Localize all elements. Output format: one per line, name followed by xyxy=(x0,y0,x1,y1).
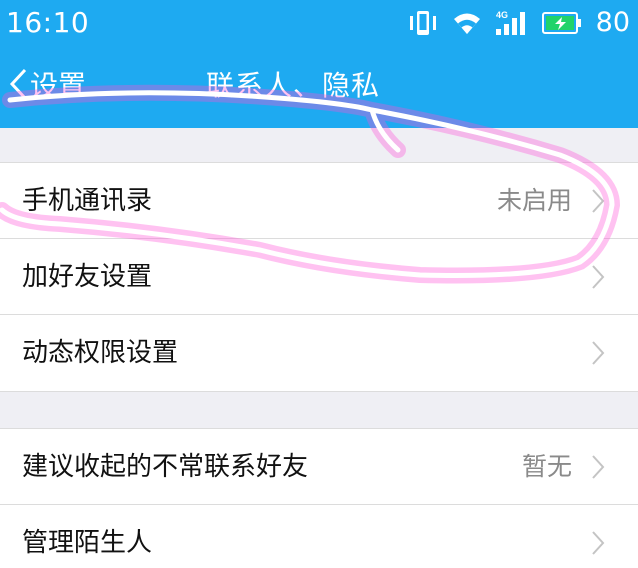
chevron-right-icon xyxy=(592,189,605,213)
page-title: 联系人、隐私 xyxy=(206,69,381,102)
settings-row-add-friend[interactable]: 加好友设置 xyxy=(0,238,638,314)
settings-row-infrequent-friends[interactable]: 建议收起的不常联系好友 暂无 xyxy=(0,428,638,504)
settings-row-feed-permission[interactable]: 动态权限设置 xyxy=(0,314,638,392)
settings-row-contacts[interactable]: 手机通讯录 未启用 xyxy=(0,162,638,238)
screen: 16:10 4G 80 设置 联系人、隐私 手机通讯录 未启用 加好友设置 动态… xyxy=(0,0,638,568)
row-label: 加好友设置 xyxy=(22,262,153,292)
status-bar: 16:10 4G 80 xyxy=(0,0,638,46)
row-label: 手机通讯录 xyxy=(22,186,153,216)
group-spacer xyxy=(0,392,638,428)
chevron-left-icon xyxy=(8,68,28,104)
status-icons: 4G 80 xyxy=(406,7,630,39)
row-label: 管理陌生人 xyxy=(22,528,153,558)
signal-4g-icon: 4G xyxy=(494,9,530,37)
wifi-icon xyxy=(452,10,482,36)
settings-row-manage-strangers[interactable]: 管理陌生人 xyxy=(0,504,638,568)
svg-text:4G: 4G xyxy=(496,10,508,20)
back-label: 设置 xyxy=(30,69,87,102)
row-label: 动态权限设置 xyxy=(22,338,179,368)
chevron-right-icon xyxy=(592,455,605,479)
vibrate-icon xyxy=(406,9,440,37)
battery-level: 80 xyxy=(595,7,630,38)
row-label: 建议收起的不常联系好友 xyxy=(22,452,309,482)
chevron-right-icon xyxy=(592,341,605,365)
row-status-value: 暂无 xyxy=(521,452,572,481)
status-time: 16:10 xyxy=(6,6,90,39)
nav-bar: 设置 联系人、隐私 xyxy=(0,46,638,128)
battery-charging-icon xyxy=(541,11,582,35)
group-spacer xyxy=(0,128,638,162)
back-button[interactable]: 设置 xyxy=(8,66,86,106)
chevron-right-icon xyxy=(592,531,605,555)
chevron-right-icon xyxy=(592,265,605,289)
row-status-value: 未启用 xyxy=(496,186,572,215)
